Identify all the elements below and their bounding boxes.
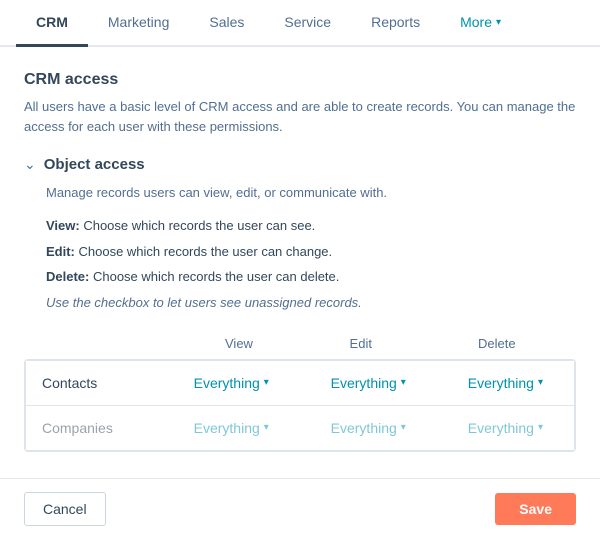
- contacts-delete-dropdown[interactable]: Everything ▾: [468, 375, 543, 391]
- tab-service[interactable]: Service: [264, 0, 351, 47]
- chevron-down-icon: ▾: [496, 17, 501, 28]
- row-companies-delete: Everything ▾: [437, 405, 575, 450]
- table-row: Companies Everything ▾ Everything ▾: [26, 405, 575, 450]
- contacts-delete-value: Everything: [468, 375, 534, 391]
- row-contacts-edit: Everything ▾: [300, 360, 437, 405]
- table-rows: Contacts Everything ▾ Everything ▾: [26, 360, 575, 450]
- tab-sales[interactable]: Sales: [189, 0, 264, 47]
- delete-info: Delete: Choose which records the user ca…: [46, 267, 576, 287]
- edit-label: Edit:: [46, 244, 75, 259]
- chevron-down-icon: ▾: [264, 422, 269, 433]
- col-header-label: [24, 330, 174, 359]
- object-access-toggle[interactable]: ⌄ Object access: [24, 156, 576, 173]
- table-row: Contacts Everything ▾ Everything ▾: [26, 360, 575, 405]
- col-header-edit: Edit: [304, 330, 418, 359]
- tabs-bar: CRM Marketing Sales Service Reports More…: [0, 0, 600, 47]
- row-contacts-delete: Everything ▾: [437, 360, 575, 405]
- table-header-row: View Edit Delete: [24, 330, 576, 359]
- permissions-table: View Edit Delete: [24, 330, 576, 359]
- chevron-down-icon: ▾: [401, 422, 406, 433]
- save-button[interactable]: Save: [495, 493, 576, 525]
- chevron-down-icon: ⌄: [24, 156, 36, 173]
- companies-view-dropdown[interactable]: Everything ▾: [194, 420, 269, 436]
- companies-edit-value: Everything: [331, 420, 397, 436]
- table-body-container: Contacts Everything ▾ Everything ▾: [24, 359, 576, 452]
- contacts-edit-dropdown[interactable]: Everything ▾: [331, 375, 406, 391]
- permission-info-block: View: Choose which records the user can …: [24, 216, 576, 287]
- manage-records-desc: Manage records users can view, edit, or …: [24, 185, 576, 200]
- tab-more[interactable]: More ▾: [440, 0, 521, 47]
- crm-access-description: All users have a basic level of CRM acce…: [24, 97, 576, 136]
- crm-access-title: CRM access: [24, 71, 576, 89]
- row-companies-view: Everything ▾: [163, 405, 300, 450]
- view-info: View: Choose which records the user can …: [46, 216, 576, 236]
- row-contacts-view: Everything ▾: [163, 360, 300, 405]
- row-companies-edit: Everything ▾: [300, 405, 437, 450]
- cancel-button[interactable]: Cancel: [24, 492, 106, 526]
- row-companies-label: Companies: [26, 405, 163, 450]
- chevron-down-icon: ▾: [264, 377, 269, 388]
- tab-reports[interactable]: Reports: [351, 0, 440, 47]
- object-access-header-label: Object access: [44, 156, 145, 173]
- footer: Cancel Save: [0, 478, 600, 538]
- row-contacts-label: Contacts: [26, 360, 163, 405]
- col-header-view: View: [174, 330, 304, 359]
- delete-label: Delete:: [46, 269, 89, 284]
- companies-delete-dropdown[interactable]: Everything ▾: [468, 420, 543, 436]
- chevron-down-icon: ▾: [538, 422, 543, 433]
- chevron-down-icon: ▾: [538, 377, 543, 388]
- companies-edit-dropdown[interactable]: Everything ▾: [331, 420, 406, 436]
- companies-view-value: Everything: [194, 420, 260, 436]
- tab-more-label: More: [460, 14, 492, 30]
- companies-delete-value: Everything: [468, 420, 534, 436]
- edit-info: Edit: Choose which records the user can …: [46, 242, 576, 262]
- contacts-view-dropdown[interactable]: Everything ▾: [194, 375, 269, 391]
- contacts-view-value: Everything: [194, 375, 260, 391]
- chevron-down-icon: ▾: [401, 377, 406, 388]
- tab-marketing[interactable]: Marketing: [88, 0, 189, 47]
- main-content: CRM access All users have a basic level …: [0, 47, 600, 471]
- col-header-delete: Delete: [418, 330, 576, 359]
- tab-crm[interactable]: CRM: [16, 0, 88, 47]
- permissions-table-body: Contacts Everything ▾ Everything ▾: [25, 360, 575, 451]
- unassigned-note: Use the checkbox to let users see unassi…: [24, 295, 576, 310]
- contacts-edit-value: Everything: [331, 375, 397, 391]
- view-label: View:: [46, 218, 80, 233]
